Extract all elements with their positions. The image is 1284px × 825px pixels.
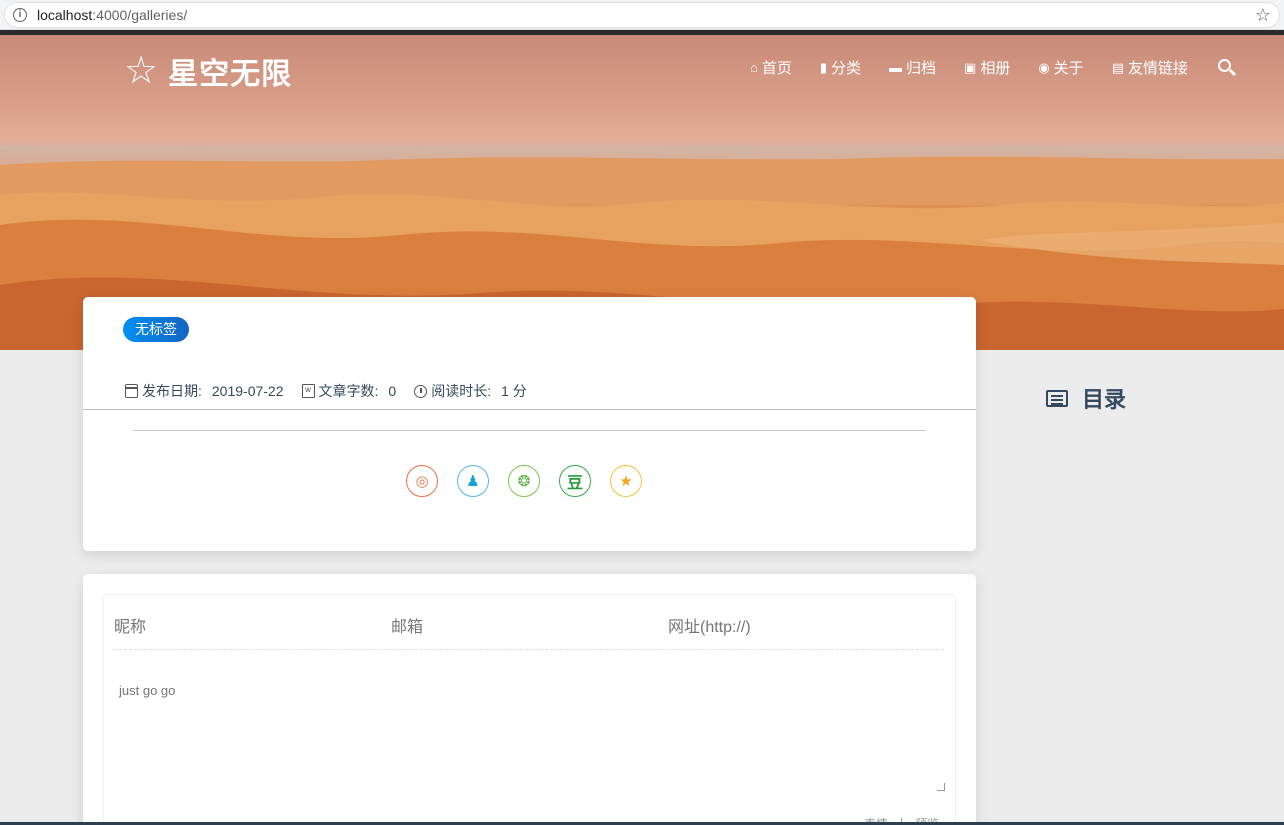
nav-item-categories[interactable]: ▮ 分类 bbox=[820, 57, 861, 78]
comment-card: 表情 | 预览 bbox=[83, 574, 976, 825]
brand-star-icon: ☆ bbox=[124, 50, 159, 92]
article-meta: 发布日期: 2019-07-22 w 文章字数: 0 阅读时长: 1 分 bbox=[125, 381, 545, 401]
word-count-label: 文章字数: bbox=[318, 383, 379, 399]
word-file-icon: w bbox=[301, 384, 315, 398]
nav-item-label: 关于 bbox=[1053, 60, 1084, 77]
douban-icon[interactable]: 豆 bbox=[559, 465, 591, 497]
publish-date-value: 2019-07-22 bbox=[211, 383, 284, 399]
qzone-icon[interactable]: ★ bbox=[610, 465, 642, 497]
nav-item-archives[interactable]: ▬ 归档 bbox=[889, 57, 936, 78]
word-count-group: w 文章字数: 0 bbox=[301, 381, 397, 401]
home-icon: ⌂ bbox=[749, 60, 758, 75]
browser-toolbar: i localhost:4000/galleries/ ☆ bbox=[0, 0, 1284, 30]
tag-chip[interactable]: 无标签 bbox=[123, 317, 189, 342]
publish-date-label: 发布日期: bbox=[142, 383, 202, 399]
nav-item-label: 分类 bbox=[830, 60, 861, 77]
comment-textarea[interactable] bbox=[114, 675, 946, 793]
user-circle-icon: ◉ bbox=[1038, 59, 1050, 75]
nav-item-home[interactable]: ⌂ 首页 bbox=[750, 57, 792, 78]
toc-header: 目录 bbox=[1046, 382, 1126, 414]
comment-form: 表情 | 预览 bbox=[103, 594, 956, 825]
clock-icon bbox=[414, 384, 428, 398]
qq-icon[interactable]: ♟ bbox=[457, 465, 489, 497]
nav-item-galleries[interactable]: ▣ 相册 bbox=[964, 57, 1010, 78]
url-path: :4000/galleries/ bbox=[92, 7, 188, 23]
weibo-icon[interactable]: ◎ bbox=[406, 465, 438, 497]
wechat-icon[interactable]: ❂ bbox=[508, 465, 540, 497]
nav-item-friends[interactable]: ▤ 友情链接 bbox=[1112, 57, 1188, 78]
info-icon[interactable]: i bbox=[13, 8, 27, 22]
read-time-group: 阅读时长: 1 分 bbox=[414, 381, 527, 401]
image-icon: ▣ bbox=[964, 59, 977, 75]
site-brand[interactable]: ☆ 星空无限 bbox=[124, 49, 292, 93]
site-title: 星空无限 bbox=[168, 58, 293, 91]
toc-title: 目录 bbox=[1082, 387, 1127, 412]
nav-item-label: 首页 bbox=[761, 60, 792, 77]
nav-item-label: 归档 bbox=[906, 60, 937, 77]
word-count-value: 0 bbox=[388, 383, 397, 399]
share-buttons: ◎ ♟ ❂ 豆 ★ bbox=[406, 465, 661, 497]
divider bbox=[114, 649, 944, 650]
bookmark-icon: ▮ bbox=[819, 59, 827, 75]
url-host: localhost bbox=[37, 7, 93, 23]
divider bbox=[133, 430, 926, 431]
nav-item-label: 相册 bbox=[980, 60, 1011, 77]
search-icon[interactable] bbox=[1218, 58, 1237, 77]
list-icon bbox=[1046, 389, 1068, 407]
read-time-value: 1 分 bbox=[501, 383, 527, 399]
website-input[interactable] bbox=[668, 617, 928, 639]
nav-item-label: 友情链接 bbox=[1127, 60, 1188, 77]
nav-item-about[interactable]: ◉ 关于 bbox=[1038, 57, 1083, 78]
calendar-icon bbox=[125, 384, 138, 398]
read-time-label: 阅读时长: bbox=[431, 383, 492, 399]
address-card-icon: ▤ bbox=[1111, 59, 1124, 75]
resize-handle[interactable] bbox=[937, 783, 945, 791]
nickname-input[interactable] bbox=[114, 617, 374, 639]
archive-icon: ▬ bbox=[889, 60, 902, 75]
address-bar[interactable]: i localhost:4000/galleries/ ☆ bbox=[4, 2, 1280, 28]
bookmark-star-icon[interactable]: ☆ bbox=[1255, 5, 1271, 26]
article-card: 无标签 发布日期: 2019-07-22 w 文章字数: 0 阅读时长: 1 分… bbox=[83, 297, 976, 551]
email-input[interactable] bbox=[391, 617, 651, 639]
publish-date-group: 发布日期: 2019-07-22 bbox=[125, 381, 284, 401]
url-text[interactable]: localhost:4000/galleries/ bbox=[37, 7, 187, 23]
main-nav: ⌂ 首页 ▮ 分类 ▬ 归档 ▣ 相册 ◉ 关于 ▤ 友情链接 bbox=[722, 57, 1237, 78]
divider bbox=[83, 409, 976, 410]
